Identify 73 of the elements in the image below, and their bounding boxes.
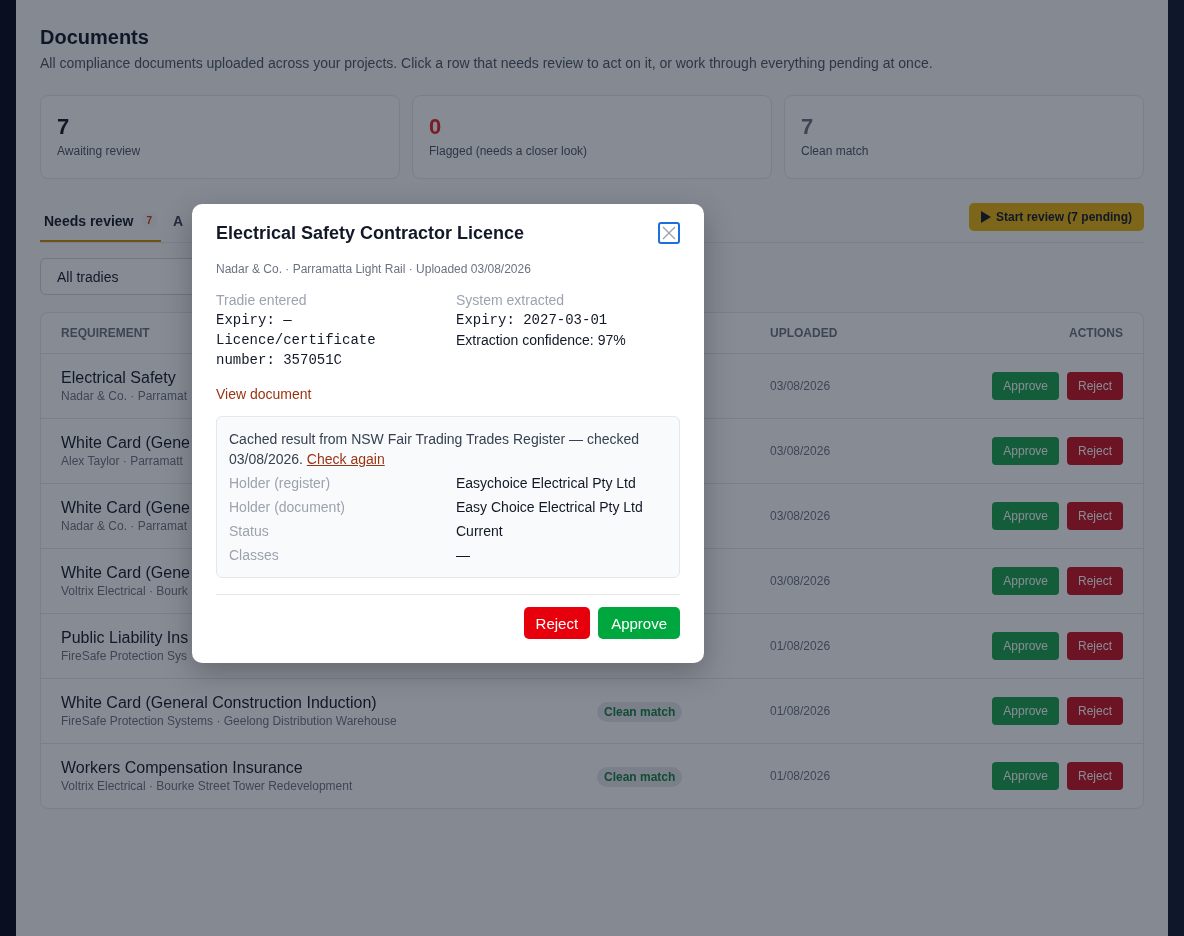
requirement-name: Public Liability Ins	[61, 629, 189, 647]
column-header: ACTIONS	[1069, 326, 1123, 340]
status-chip: Clean match	[597, 767, 683, 787]
stat-label: Clean match	[801, 144, 869, 158]
upload-date: 03/08/2026	[770, 379, 832, 393]
field-value: Easy Choice Electrical Pty Ltd	[456, 498, 644, 517]
reject-button[interactable]: Reject	[1067, 632, 1123, 660]
field-value: Easychoice Electrical Pty Ltd	[456, 474, 637, 493]
tab[interactable]: A	[169, 201, 188, 242]
field-value: Expiry: 2027-03-01	[456, 311, 609, 330]
close-button[interactable]	[658, 222, 680, 244]
close-icon	[662, 226, 676, 240]
requirement-detail: FireSafe Protection Sys	[61, 649, 188, 663]
tab[interactable]: Needs review 7	[40, 201, 162, 242]
reject-button[interactable]: Reject	[523, 607, 591, 639]
upload-date: 01/08/2026	[770, 769, 832, 783]
stat-label: Flagged (needs a closer look)	[429, 144, 588, 158]
approve-button[interactable]: Approve	[992, 697, 1059, 725]
approve-button[interactable]: Approve	[992, 372, 1059, 400]
field-value: —	[456, 546, 471, 565]
requirement-detail: Nadar & Co. · Parramat	[61, 519, 188, 533]
reject-button[interactable]: Reject	[1067, 502, 1123, 530]
check-again-link[interactable]: Check again	[306, 451, 385, 467]
field-label: Classes	[229, 546, 280, 565]
column-header: UPLOADED	[770, 326, 838, 340]
view-document-link[interactable]: View document	[216, 386, 312, 402]
reject-button[interactable]: Reject	[1067, 697, 1123, 725]
approve-button[interactable]: Approve	[992, 567, 1059, 595]
reject-button[interactable]: Reject	[1067, 437, 1123, 465]
play-icon	[980, 210, 991, 223]
stat-value: 0	[429, 113, 442, 141]
approve-button[interactable]: Approve	[992, 437, 1059, 465]
reject-button[interactable]: Reject	[1067, 372, 1123, 400]
requirement-detail: FireSafe Protection Systems · Geelong Distribution Warehouse	[61, 714, 397, 728]
stat-label: Awaiting review	[57, 144, 141, 158]
approve-button[interactable]: Approve	[992, 762, 1059, 790]
stat-value: 7	[801, 113, 814, 141]
upload-date: 03/08/2026	[770, 574, 832, 588]
start-review-button[interactable]: Start review (7 pending)	[968, 202, 1144, 231]
upload-date: 01/08/2026	[770, 639, 832, 653]
stat-value: 7	[57, 113, 70, 141]
requirement-detail: Alex Taylor · Parramatt	[61, 454, 183, 468]
approve-button[interactable]: Approve	[992, 632, 1059, 660]
page-description: All compliance documents uploaded across your projects. Click a row that needs review to act on it, or work through everything pending at once.	[40, 55, 934, 71]
requirement-detail: Voltrix Electrical · Bourk	[61, 584, 188, 598]
field-value: Licence/certificate number: 357051C	[216, 331, 377, 370]
reject-button[interactable]: Reject	[1067, 762, 1123, 790]
status-chip: Clean match	[597, 702, 683, 722]
upload-date: 01/08/2026	[770, 704, 832, 718]
requirement-name: White Card (Gene	[61, 499, 190, 517]
requirement-detail: Nadar & Co. · Parramat	[61, 389, 188, 403]
approve-button[interactable]: Approve	[992, 502, 1059, 530]
requirement-name: Workers Compensation Insurance	[61, 759, 303, 777]
dialog-title: Electrical Safety Contractor Licence	[216, 222, 525, 244]
field-label: Holder (register)	[229, 474, 332, 493]
page-title: Documents	[40, 26, 150, 49]
requirement-name: White Card (Gene	[61, 434, 190, 452]
requirement-name: White Card (Gene	[61, 564, 190, 582]
column-heading: System extracted	[456, 291, 566, 310]
reject-button[interactable]: Reject	[1067, 567, 1123, 595]
approve-button[interactable]: Approve	[598, 607, 680, 639]
field-value: Current	[456, 522, 504, 541]
upload-date: 03/08/2026	[770, 509, 832, 523]
requirement-name: Electrical Safety	[61, 369, 176, 387]
requirement-detail: Voltrix Electrical · Bourke Street Tower Redevelopment	[61, 779, 353, 793]
field-value: Extraction confidence: 97%	[456, 331, 627, 350]
column-header: REQUIREMENT	[61, 326, 150, 340]
register-note: Cached result from NSW Fair Trading Trades Register — checked 03/08/2026. Check again	[229, 430, 641, 469]
field-label: Holder (document)	[229, 498, 346, 517]
field-value: Expiry: —	[216, 311, 293, 330]
field-label: Status	[229, 522, 270, 541]
upload-date: 03/08/2026	[770, 444, 832, 458]
requirement-name: White Card (General Construction Induction)	[61, 694, 377, 712]
